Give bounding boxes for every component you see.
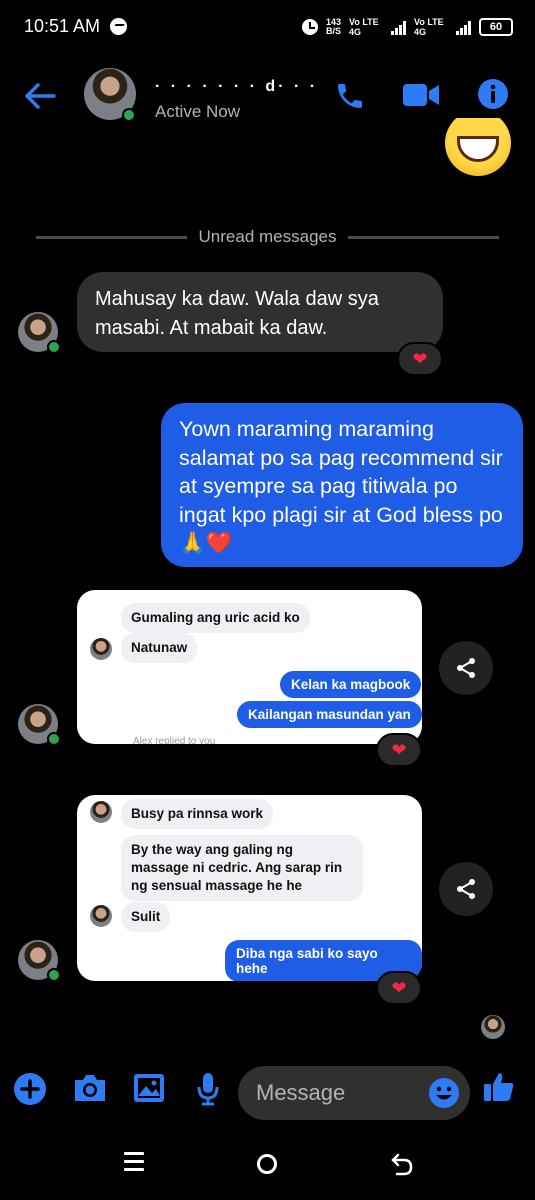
sim2-label: Vo LTE 4G [414,17,444,37]
online-indicator [47,340,61,354]
battery-indicator: 60 [479,18,513,36]
screenshot-footer: Alex replied to you [133,736,216,744]
contact-name[interactable]: · · · · · · · d· · · [155,78,318,96]
incoming-message[interactable]: Mahusay ka daw. Wala daw sya masabi. At … [77,272,443,352]
share-button[interactable] [439,862,493,916]
grinning-sticker [443,118,513,180]
messenger-notification-icon [110,18,127,35]
system-navigation-bar [0,1130,535,1200]
back-arrow-icon[interactable] [24,82,56,110]
network-speed: 143 B/S [326,18,341,36]
online-indicator [122,108,136,122]
sim1-label: Vo LTE 4G [349,17,379,37]
microphone-icon[interactable] [196,1072,220,1106]
screenshot-message: By the way ang galing ng massage ni cedr… [121,835,363,901]
alarm-icon [301,19,318,35]
screenshot-message: Natunaw [121,633,198,663]
network-speed-unit: B/S [325,26,341,36]
recent-apps-button[interactable] [124,1152,144,1176]
screenshot-avatar [90,638,112,660]
back-navigation-icon[interactable] [391,1152,413,1176]
camera-icon[interactable] [72,1072,108,1104]
heart-reaction[interactable]: ❤ [376,733,422,767]
video-camera-icon[interactable] [402,82,440,108]
share-icon [457,879,475,899]
message-field[interactable] [238,1066,470,1120]
screenshot-message: Busy pa rinnsa work [121,799,274,829]
screenshot-message: Gumaling ang uric acid ko [121,603,310,633]
screenshot-avatar [90,905,112,927]
outgoing-message[interactable]: Yown maraming maraming salamat po sa pag… [161,403,523,567]
share-icon [457,658,475,678]
emoji-icon[interactable] [428,1077,460,1109]
plus-icon[interactable] [13,1072,47,1106]
divider-line [348,235,499,239]
heart-reaction[interactable]: ❤ [397,342,443,376]
online-indicator [47,968,61,982]
shared-screenshot[interactable]: Busy pa rinnsa work By the way ang galin… [77,795,422,981]
status-bar: 10:51 AM 143 B/S Vo LTE 4G Vo LTE 4G 60 [0,0,535,56]
unread-divider: Unread messages [36,227,499,247]
divider-label: Unread messages [198,227,337,246]
signal-icon [391,19,406,35]
status-time: 10:51 AM [24,16,101,36]
status-indicators: 143 B/S Vo LTE 4G Vo LTE 4G 60 [301,14,513,40]
share-button[interactable] [439,641,493,695]
seen-receipt-avatar [481,1015,505,1039]
thumbs-up-icon[interactable] [482,1070,516,1104]
signal-icon [456,19,471,35]
phone-icon[interactable] [334,80,366,112]
divider-line [36,235,187,239]
heart-reaction[interactable]: ❤ [376,971,422,1005]
home-button[interactable] [257,1154,277,1174]
screenshot-message: Sulit [121,902,171,932]
screenshot-message: Kelan ka magbook [280,671,422,698]
shared-screenshot[interactable]: Gumaling ang uric acid ko Natunaw Kelan … [77,590,422,744]
message-composer [0,1060,535,1124]
info-icon[interactable] [477,78,509,110]
message-input[interactable] [256,1066,416,1120]
active-status: Active Now [155,102,241,121]
screenshot-message: Kailangan masundan yan [237,701,422,728]
online-indicator [47,732,61,746]
screenshot-avatar [90,801,112,823]
image-icon[interactable] [132,1072,166,1104]
